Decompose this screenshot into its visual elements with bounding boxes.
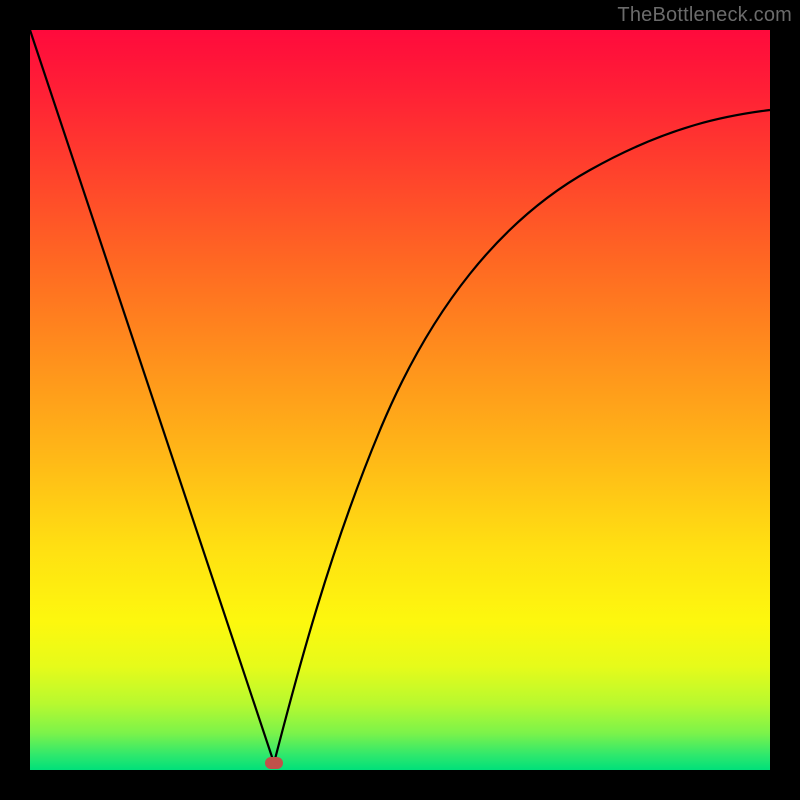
curve-left-branch xyxy=(30,30,274,763)
watermark-text: TheBottleneck.com xyxy=(617,4,792,27)
bottleneck-curve xyxy=(30,30,770,770)
chart-frame: TheBottleneck.com xyxy=(0,0,800,800)
minimum-marker xyxy=(265,757,283,769)
curve-right-branch xyxy=(274,110,770,763)
plot-area xyxy=(30,30,770,770)
